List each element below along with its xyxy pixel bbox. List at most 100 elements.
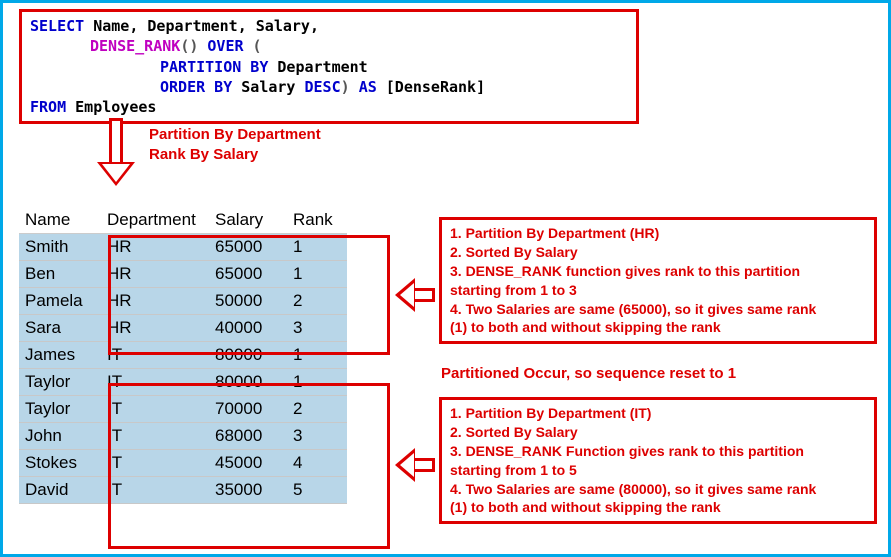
diagram-container: SELECT Name, Department, Salary, DENSE_R… [0,0,891,557]
cell-salary: 50000 [209,288,287,315]
sql-line-5: FROM Employees [30,97,628,117]
info2-l1: 1. Partition By Department (IT) [450,404,866,423]
cell-dept: IT [101,450,209,477]
cell-rank: 1 [287,234,347,261]
kw-over: OVER [207,37,243,55]
table-row: BenHR650001 [19,261,347,288]
arrow-down-icon [99,118,133,186]
info1-l2: 2. Sorted By Salary [450,243,866,262]
info2-l4: starting from 1 to 5 [450,461,866,480]
cell-name: John [19,423,101,450]
kw-select: SELECT [30,17,84,35]
table-row: JamesIT800001 [19,342,347,369]
sql-alias: [DenseRank] [377,78,485,96]
cell-name: David [19,477,101,504]
cell-dept: IT [101,342,209,369]
cell-salary: 70000 [209,396,287,423]
info1-l6: (1) to both and without skipping the ran… [450,318,866,337]
cell-salary: 40000 [209,315,287,342]
cell-name: James [19,342,101,369]
kw-as: AS [359,78,377,96]
table-row: JohnIT680003 [19,423,347,450]
sql-order-field: Salary [232,78,304,96]
cell-rank: 2 [287,288,347,315]
cell-name: Taylor [19,396,101,423]
sql-line-1: SELECT Name, Department, Salary, [30,16,628,36]
cell-name: Smith [19,234,101,261]
arrow-label-line2: Rank By Salary [149,145,321,165]
sql-paren: () [180,37,207,55]
info1-l1: 1. Partition By Department (HR) [450,224,866,243]
sql-line-2: DENSE_RANK() OVER ( [30,36,628,56]
sql-table: Employees [66,98,156,116]
table-row: DavidIT350005 [19,477,347,504]
cell-rank: 1 [287,369,347,396]
kw-partition-by: PARTITION BY [160,58,268,76]
sql-fields: Name, Department, Salary, [84,17,319,35]
info-box-hr: 1. Partition By Department (HR) 2. Sorte… [439,217,877,344]
cell-name: Pamela [19,288,101,315]
sql-query-box: SELECT Name, Department, Salary, DENSE_R… [19,9,639,124]
col-rank: Rank [287,207,347,234]
info-box-it: 1. Partition By Department (IT) 2. Sorte… [439,397,877,524]
cell-salary: 80000 [209,369,287,396]
cell-salary: 80000 [209,342,287,369]
sql-open: ( [244,37,262,55]
cell-rank: 5 [287,477,347,504]
table-row: TaylorIT700002 [19,396,347,423]
table-row: PamelaHR500002 [19,288,347,315]
cell-salary: 45000 [209,450,287,477]
info1-l5: 4. Two Salaries are same (65000), so it … [450,300,866,319]
cell-rank: 3 [287,423,347,450]
sql-partition-field: Department [268,58,367,76]
sql-close: ) [341,78,359,96]
cell-rank: 4 [287,450,347,477]
col-salary: Salary [209,207,287,234]
cell-dept: HR [101,315,209,342]
cell-rank: 1 [287,342,347,369]
info2-l5: 4. Two Salaries are same (80000), so it … [450,480,866,499]
info2-l2: 2. Sorted By Salary [450,423,866,442]
arrow-left-icon [395,281,437,309]
cell-name: Sara [19,315,101,342]
cell-dept: IT [101,423,209,450]
table-row: SaraHR400003 [19,315,347,342]
cell-salary: 65000 [209,234,287,261]
table-row: SmithHR650001 [19,234,347,261]
arrow-left-icon [395,451,437,479]
partition-reset-note: Partitioned Occur, so sequence reset to … [441,365,736,382]
cell-salary: 68000 [209,423,287,450]
cell-dept: HR [101,261,209,288]
table-header-row: Name Department Salary Rank [19,207,347,234]
kw-order-by: ORDER BY [160,78,232,96]
col-department: Department [101,207,209,234]
result-table: Name Department Salary Rank SmithHR65000… [19,207,347,504]
cell-dept: HR [101,234,209,261]
cell-salary: 65000 [209,261,287,288]
cell-dept: IT [101,369,209,396]
cell-rank: 1 [287,261,347,288]
arrow-down-label: Partition By Department Rank By Salary [149,125,321,166]
table-row: TaylorIT800001 [19,369,347,396]
cell-dept: IT [101,396,209,423]
cell-salary: 35000 [209,477,287,504]
info2-l3: 3. DENSE_RANK Function gives rank to thi… [450,442,866,461]
kw-from: FROM [30,98,66,116]
info1-l3: 3. DENSE_RANK function gives rank to thi… [450,262,866,281]
cell-name: Stokes [19,450,101,477]
sql-line-3: PARTITION BY Department [30,57,628,77]
cell-rank: 3 [287,315,347,342]
cell-name: Ben [19,261,101,288]
info1-l4: starting from 1 to 3 [450,281,866,300]
kw-desc: DESC [305,78,341,96]
kw-dense-rank: DENSE_RANK [90,37,180,55]
cell-dept: IT [101,477,209,504]
cell-name: Taylor [19,369,101,396]
info2-l6: (1) to both and without skipping the ran… [450,498,866,517]
cell-dept: HR [101,288,209,315]
table-body: SmithHR650001 BenHR650001 PamelaHR500002… [19,234,347,504]
cell-rank: 2 [287,396,347,423]
sql-line-4: ORDER BY Salary DESC) AS [DenseRank] [30,77,628,97]
table-row: StokesIT450004 [19,450,347,477]
arrow-label-line1: Partition By Department [149,125,321,145]
